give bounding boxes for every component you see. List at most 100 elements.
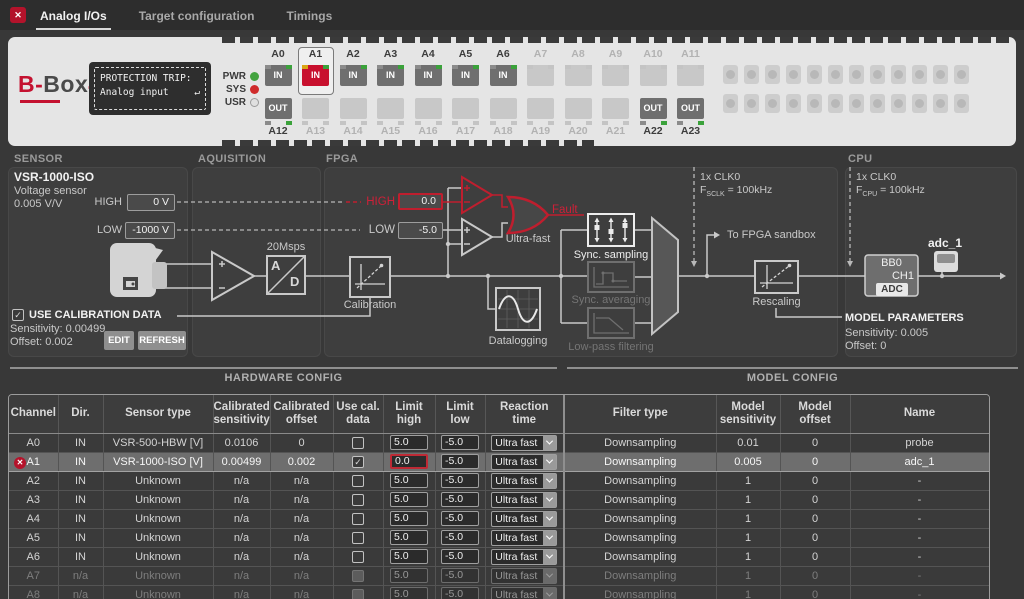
edit-button[interactable]: EDIT [104,331,134,350]
status-tab-icon [452,65,458,69]
channel-A12[interactable]: OUT [262,98,295,125]
sensor-high-input[interactable]: 0 V [127,194,175,211]
fpga-low-limit-input[interactable]: -5.0 [398,222,443,239]
channel-A7[interactable]: A7 [523,47,559,95]
table-row-A6[interactable]: A6INUnknownn/an/a5.0-5.0Ultra fastDownsa… [9,547,989,566]
limit-high-input[interactable]: 0.0 [390,454,428,469]
reaction-time-select[interactable]: Ultra fast [491,549,557,565]
use-cal-checkbox[interactable] [352,551,364,563]
limit-low-input[interactable]: -5.0 [441,549,479,564]
table-row-A1[interactable]: ✕A1INVSR-1000-ISO [V]0.004990.002✓0.0-5.… [9,452,989,471]
tab-bar: ✕ Analog I/Os Target configuration Timin… [0,0,1024,30]
limit-high-input[interactable]: 5.0 [390,530,428,545]
reaction-time-select[interactable]: Ultra fast [491,530,557,546]
cal-sensitivity-cell: n/a [213,490,270,509]
limit-low-input[interactable]: -5.0 [441,435,479,450]
channel-A22[interactable]: OUT [637,98,670,125]
channel-A20[interactable] [562,98,595,125]
cal-sensitivity-cell: n/a [213,547,270,566]
vent-strip [222,140,594,146]
use-cal-checkbox[interactable] [352,532,364,544]
channel-A8[interactable]: A8 [560,47,596,95]
channel-A16[interactable] [412,98,445,125]
limit-low-input[interactable]: -5.0 [441,473,479,488]
model-parameters-title: MODEL PARAMETERS [845,312,964,324]
limit-high-input[interactable]: 5.0 [390,549,428,564]
dio-pad [765,94,780,113]
use-cal-checkbox[interactable] [352,570,364,582]
cal-offset-cell: n/a [270,585,333,599]
channel-A1[interactable]: A1IN [298,47,334,95]
channel-label: A9 [599,48,633,60]
channel-A3[interactable]: A3IN [373,47,409,95]
reaction-time-select[interactable]: Ultra fast [491,473,557,489]
channel-A19[interactable] [524,98,557,125]
channel-A18[interactable] [487,98,520,125]
limit-high-input[interactable]: 5.0 [390,587,428,599]
table-row-A8[interactable]: A8n/aUnknownn/an/a5.0-5.0Ultra fastDowns… [9,585,989,599]
limit-high-input[interactable]: 5.0 [390,492,428,507]
limit-high-input[interactable]: 5.0 [390,435,428,450]
table-row-A2[interactable]: A2INUnknownn/an/a5.0-5.0Ultra fastDownsa… [9,471,989,490]
dio-pad [786,65,801,84]
channel-A4[interactable]: A4IN [410,47,446,95]
reaction-time-select[interactable]: Ultra fast [491,511,557,527]
table-row-A7[interactable]: A7n/aUnknownn/an/a5.0-5.0Ultra fastDowns… [9,566,989,585]
tab-target-configuration[interactable]: Target configuration [135,0,259,30]
col-channel: Channel [9,395,58,433]
table-row-A4[interactable]: A4INUnknownn/an/a5.0-5.0Ultra fastDownsa… [9,509,989,528]
limit-high-input[interactable]: 5.0 [390,568,428,583]
use-cal-checkbox[interactable]: ✓ [352,456,364,468]
tab-timings[interactable]: Timings [282,0,336,30]
channel-A11[interactable]: A11 [673,47,709,95]
table-row-A5[interactable]: A5INUnknownn/an/a5.0-5.0Ultra fastDownsa… [9,528,989,547]
close-icon[interactable]: ✕ [10,7,26,23]
reaction-time-select[interactable]: Ultra fast [491,435,557,451]
tab-analog-ios[interactable]: Analog I/Os [36,0,111,30]
limit-low-input[interactable]: -5.0 [441,454,479,469]
channel-A2[interactable]: A2IN [335,47,371,95]
reaction-time-select[interactable]: Ultra fast [491,568,557,584]
dio-pad [807,65,822,84]
channel-A0[interactable]: A0IN [260,47,296,95]
reaction-time-select[interactable]: Ultra fast [491,587,557,599]
limit-low-input[interactable]: -5.0 [441,530,479,545]
use-cal-checkbox[interactable] [352,475,364,487]
refresh-button[interactable]: REFRESH [138,331,186,350]
channel-label: A17 [448,125,484,137]
channel-A23[interactable]: OUT [674,98,707,125]
limit-low-input[interactable]: -5.0 [441,587,479,599]
filter-type-cell: Downsampling [564,509,716,528]
name-cell: - [850,528,989,547]
limit-low-input[interactable]: -5.0 [441,511,479,526]
use-cal-checkbox[interactable] [352,589,364,599]
channel-A10[interactable]: A10 [635,47,671,95]
use-calibration-checkbox[interactable]: ✓ [12,309,24,321]
table-row-A0[interactable]: A0INVSR-500-HBW [V]0.010605.0-5.0Ultra f… [9,433,989,452]
channel-A15[interactable] [374,98,407,125]
dio-pad [828,94,843,113]
use-cal-checkbox[interactable] [352,494,364,506]
reaction-time-select[interactable]: Ultra fast [491,492,557,508]
fpga-high-limit-input[interactable]: 0.0 [398,193,443,210]
channel-A21[interactable] [599,98,632,125]
limit-low-input[interactable]: -5.0 [441,492,479,507]
channel-A9[interactable]: A9 [598,47,634,95]
limit-high-input[interactable]: 5.0 [390,473,428,488]
channel-config-table: Channel Dir. Sensor type Calibrated sens… [8,394,990,599]
table-row-A3[interactable]: A3INUnknownn/an/a5.0-5.0Ultra fastDownsa… [9,490,989,509]
channel-A17[interactable] [449,98,482,125]
channel-A14[interactable] [337,98,370,125]
channel-A5[interactable]: A5IN [448,47,484,95]
limit-low-input[interactable]: -5.0 [441,568,479,583]
channel-A13[interactable] [299,98,332,125]
use-cal-checkbox[interactable] [352,437,364,449]
channel-A6[interactable]: A6IN [485,47,521,95]
sensor-low-label: LOW [90,224,122,236]
reaction-time-select[interactable]: Ultra fast [491,454,557,470]
limit-high-input[interactable]: 5.0 [390,511,428,526]
chevron-down-icon [543,588,556,599]
sensor-low-input[interactable]: -1000 V [125,222,175,239]
use-cal-checkbox[interactable] [352,513,364,525]
lcd-line1: PROTECTION TRIP: [100,72,200,86]
